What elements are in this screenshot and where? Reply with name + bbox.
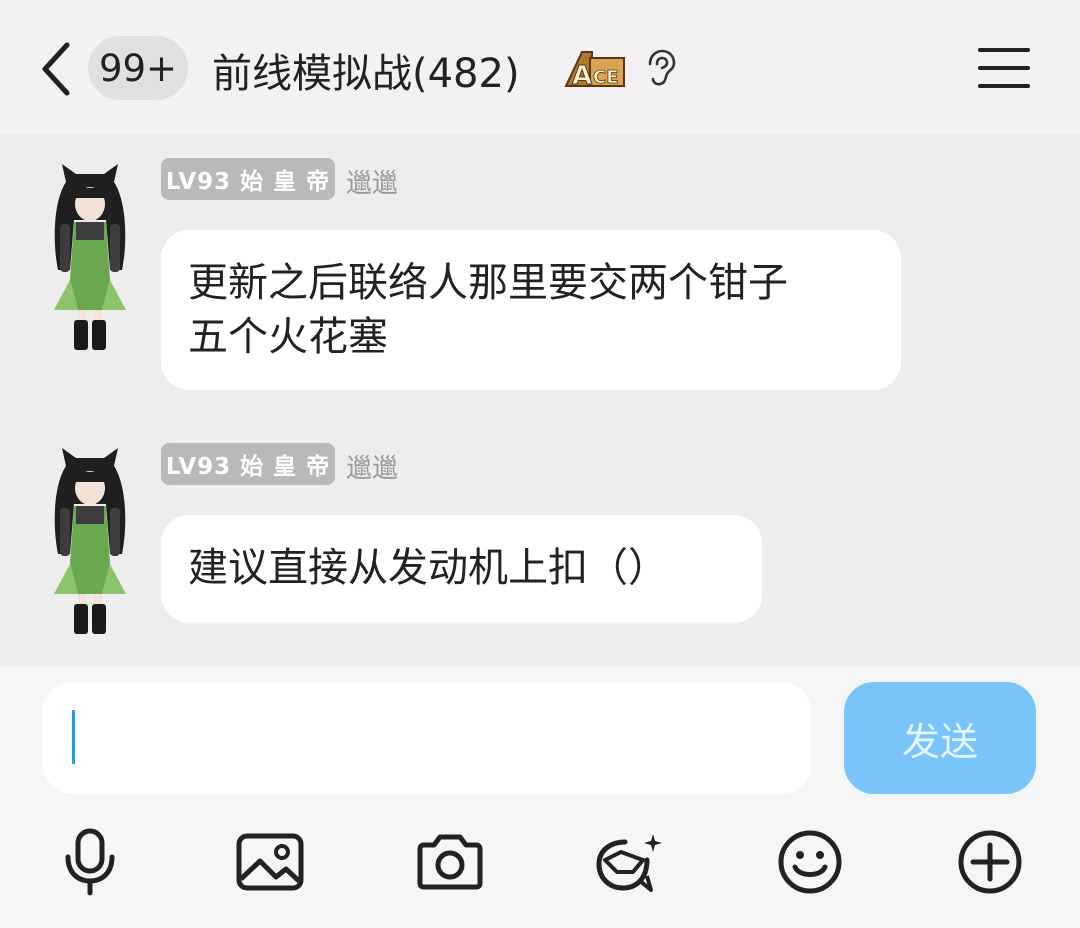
sender-nickname[interactable]: 邋邋	[346, 445, 398, 487]
composer-area: 发送	[0, 666, 1080, 928]
back-arrow-icon	[42, 42, 70, 96]
message-bubble[interactable]: 建议直接从发动机上扣（）	[161, 515, 762, 623]
menu-icon[interactable]	[976, 44, 1032, 92]
chat-header: 99+ 前线模拟战(482) A CE	[0, 0, 1080, 134]
sender-nickname[interactable]: 邋邋	[346, 160, 398, 202]
image-icon[interactable]	[232, 824, 308, 900]
unread-count-badge[interactable]: 99+	[88, 36, 188, 100]
svg-text:A: A	[572, 61, 592, 91]
emoji-icon[interactable]	[772, 824, 848, 900]
message-text-line: 建议直接从发动机上扣（）	[188, 545, 668, 591]
avatar[interactable]	[44, 160, 136, 354]
ear-icon[interactable]	[640, 48, 680, 88]
svg-text:CE: CE	[593, 67, 619, 88]
back-button[interactable]	[34, 36, 78, 102]
message-text-line: 五个火花塞	[188, 314, 388, 360]
group-title[interactable]: 前线模拟战(482)	[212, 38, 520, 102]
level-badge: LV93 始 皇 帝	[161, 443, 335, 485]
message-text-line: 更新之后联络人那里要交两个钳子	[188, 260, 788, 306]
plus-icon[interactable]	[952, 824, 1028, 900]
avatar[interactable]	[44, 444, 136, 638]
level-badge: LV93 始 皇 帝	[161, 158, 335, 200]
camera-icon[interactable]	[412, 824, 488, 900]
message-bubble[interactable]: 更新之后联络人那里要交两个钳子 五个火花塞	[161, 230, 901, 390]
message-input[interactable]	[43, 682, 811, 794]
send-button[interactable]: 发送	[844, 682, 1036, 794]
text-caret	[72, 710, 75, 764]
ace-badge-icon: A CE	[564, 51, 625, 92]
sticker-icon[interactable]	[592, 824, 668, 900]
microphone-icon[interactable]	[52, 824, 128, 900]
